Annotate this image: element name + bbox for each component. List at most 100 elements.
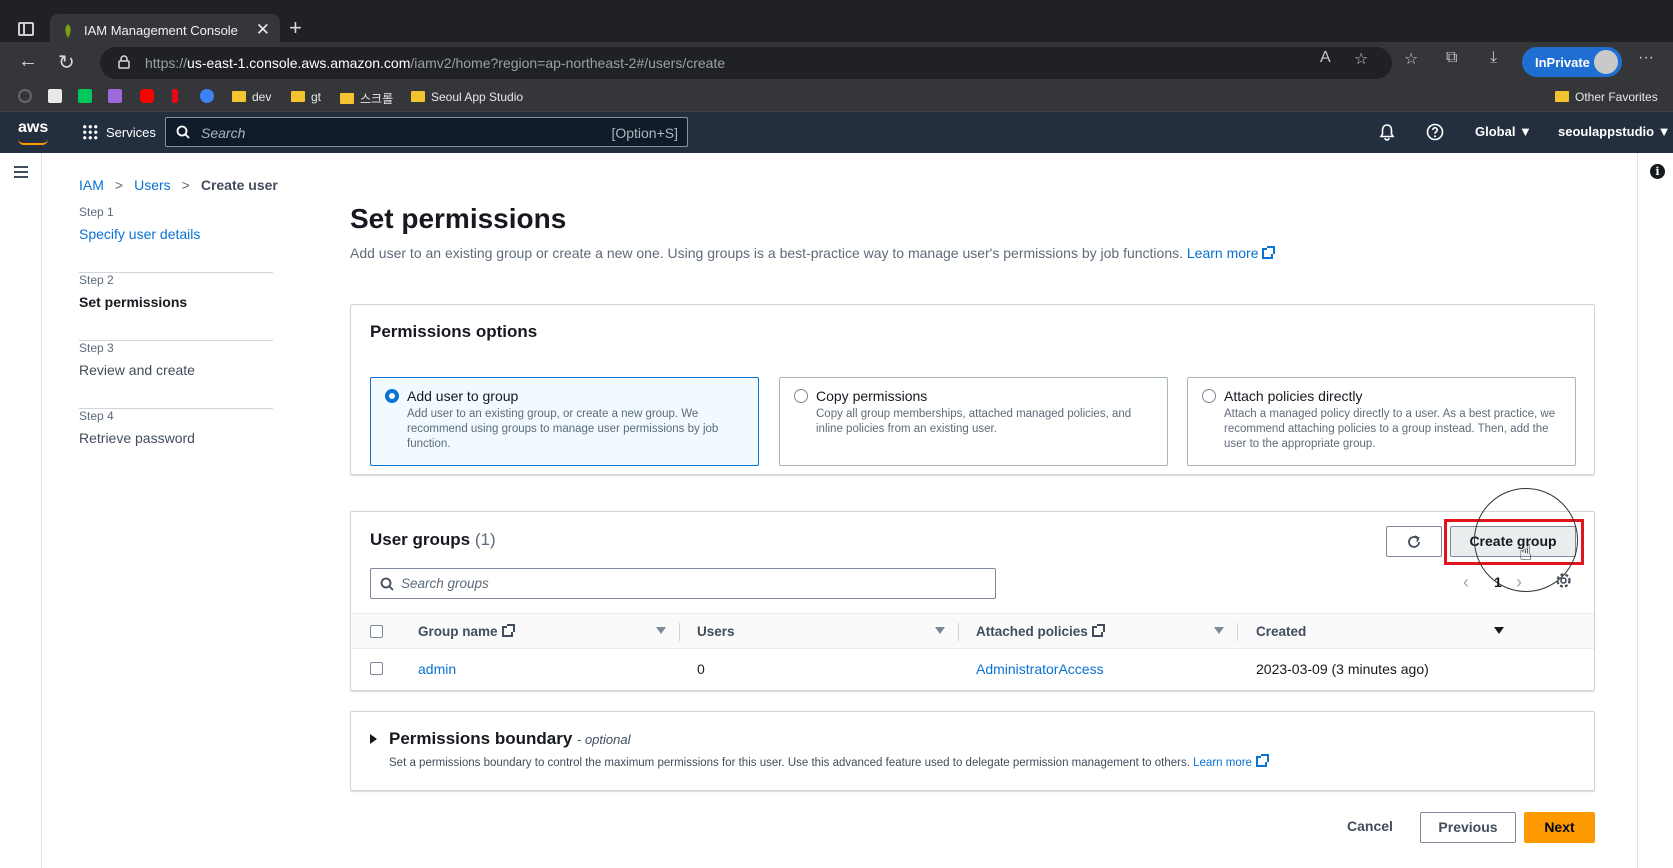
group-users-count: 0 [697, 661, 705, 677]
radio-copy-permissions[interactable] [794, 389, 808, 403]
close-tab-icon[interactable]: ✕ [256, 20, 270, 40]
tab-actions-icon[interactable] [18, 22, 34, 36]
search-groups-input[interactable] [401, 572, 981, 595]
radio-attach-policies[interactable] [1202, 389, 1216, 403]
account-menu[interactable]: seoulappstudio ▼ [1558, 124, 1671, 139]
tile-description: Add user to an existing group, or create… [407, 408, 719, 450]
select-all-checkbox[interactable] [370, 625, 383, 638]
info-icon[interactable]: i [1650, 164, 1665, 179]
tab-title: IAM Management Console [84, 23, 238, 38]
profile-avatar [1594, 50, 1618, 74]
youtube-bookmark-icon[interactable] [140, 89, 154, 103]
permissions-options-panel: Permissions options Add user to group Ad… [350, 304, 1595, 475]
favorites-icon[interactable]: ☆ [1404, 49, 1418, 69]
create-group-button[interactable]: Create group [1450, 526, 1576, 557]
column-group-name[interactable]: Group name [418, 624, 515, 639]
learn-more-link[interactable]: Learn more [1187, 245, 1276, 261]
search-shortcut: [Option+S] [611, 125, 678, 141]
sort-caret-icon[interactable] [1214, 627, 1224, 634]
expand-caret-icon[interactable] [370, 734, 377, 744]
new-tab-button[interactable]: + [289, 15, 302, 41]
page-next-button[interactable]: › [1516, 572, 1522, 593]
step-4-title: Retrieve password [79, 430, 195, 446]
collections-icon[interactable]: ⧉ [1446, 49, 1457, 67]
table-row: admin 0 AdministratorAccess 2023-03-09 (… [351, 649, 1594, 689]
services-grid-icon[interactable] [82, 124, 98, 140]
read-aloud-icon[interactable]: A [1320, 49, 1331, 67]
permissions-boundary-title[interactable]: Permissions boundary - optional [389, 729, 631, 749]
row-checkbox[interactable] [370, 662, 383, 675]
bookmark-scroll[interactable]: 스크롤 [340, 90, 393, 107]
sort-caret-icon[interactable] [1494, 627, 1504, 634]
url-field[interactable]: https://us-east-1.console.aws.amazon.com… [100, 47, 1392, 79]
wizard-steps: Step 1 Specify user details Step 2 Set p… [79, 205, 273, 477]
tile-title: Add user to group [407, 388, 519, 404]
github-bookmark-icon[interactable] [18, 89, 32, 103]
folder-icon [291, 91, 305, 102]
tile-title: Attach policies directly [1224, 388, 1363, 404]
region-selector[interactable]: Global ▼ [1475, 124, 1532, 139]
aws-logo[interactable]: aws [18, 119, 48, 137]
aws-logo-smile [18, 139, 48, 145]
netflix-bookmark-icon[interactable] [172, 89, 178, 103]
next-button[interactable]: Next [1524, 812, 1595, 843]
breadcrumb-iam[interactable]: IAM [79, 177, 104, 193]
bookmark-dev[interactable]: dev [232, 90, 271, 104]
back-arrow-icon[interactable]: ← [18, 50, 38, 73]
downloads-icon[interactable]: ⤓ [1490, 49, 1497, 67]
refresh-icon [1408, 535, 1420, 548]
bell-icon[interactable] [1378, 123, 1396, 141]
option-add-user-to-group[interactable]: Add user to group Add user to an existin… [370, 377, 759, 466]
boundary-learn-more-link[interactable]: Learn more [1193, 754, 1269, 769]
step-number: Step 3 [79, 341, 114, 355]
notion-bookmark-icon[interactable] [48, 89, 62, 103]
breadcrumb: IAM > Users > Create user [79, 177, 278, 193]
page-prev-button[interactable]: ‹ [1463, 572, 1469, 593]
help-icon[interactable] [1426, 123, 1444, 141]
menu-hamburger-icon[interactable] [14, 166, 28, 178]
services-menu[interactable]: Services [106, 125, 156, 140]
bookmark-other-favorites[interactable]: Other Favorites [1555, 90, 1658, 104]
previous-button[interactable]: Previous [1420, 812, 1516, 843]
naver-bookmark-icon[interactable] [78, 89, 92, 103]
aws-top-nav: aws Services Search [Option+S] Global ▼ … [0, 112, 1673, 153]
tab-bar: IAM Management Console ✕ + [0, 6, 1673, 48]
more-menu-icon[interactable]: ··· [1638, 49, 1654, 67]
permissions-options-title: Permissions options [370, 322, 538, 341]
breadcrumb-current: Create user [200, 177, 278, 193]
bookmarks-bar: dev gt 스크롤 Seoul App Studio Other Favori… [0, 84, 1673, 112]
groups-table-header: Group name Users Attached policies Creat… [351, 613, 1594, 649]
page-description: Add user to an existing group or create … [350, 245, 1276, 261]
app-bookmark-icon[interactable] [108, 89, 122, 103]
m-bookmark-icon[interactable] [200, 89, 214, 103]
refresh-groups-button[interactable] [1386, 526, 1442, 557]
breadcrumb-users[interactable]: Users [134, 177, 171, 193]
option-copy-permissions[interactable]: Copy permissions Copy all group membersh… [779, 377, 1168, 466]
inprivate-button[interactable]: InPrivate [1522, 47, 1622, 77]
aws-search-input[interactable]: Search [Option+S] [165, 117, 688, 147]
gear-icon[interactable] [1555, 572, 1572, 589]
radio-add-user-to-group[interactable] [385, 389, 399, 403]
option-attach-policies-directly[interactable]: Attach policies directly Attach a manage… [1187, 377, 1576, 466]
step-1-link[interactable]: Specify user details [79, 226, 200, 242]
group-name-link[interactable]: admin [418, 661, 456, 677]
bookmark-gt[interactable]: gt [291, 90, 321, 104]
tile-description: Copy all group memberships, attached man… [816, 408, 1132, 435]
search-groups-field[interactable] [370, 568, 996, 599]
column-attached-policies[interactable]: Attached policies [976, 624, 1105, 639]
search-icon [176, 125, 190, 139]
column-users[interactable]: Users [697, 624, 735, 639]
column-created[interactable]: Created [1256, 624, 1306, 639]
tile-description: Attach a managed policy directly to a us… [1224, 408, 1556, 450]
page-number[interactable]: 1 [1494, 574, 1502, 590]
attached-policy-link[interactable]: AdministratorAccess [976, 661, 1104, 677]
sort-caret-icon[interactable] [656, 627, 666, 634]
cancel-button[interactable]: Cancel [1335, 812, 1405, 843]
refresh-icon[interactable]: ↻ [58, 50, 75, 75]
external-link-icon [1262, 246, 1276, 259]
address-bar-row: ← ↻ https://us-east-1.console.aws.amazon… [0, 42, 1673, 84]
favorite-star-icon[interactable]: ☆ [1354, 49, 1368, 69]
bookmark-seoul-app-studio[interactable]: Seoul App Studio [411, 90, 523, 104]
folder-icon [340, 93, 354, 104]
sort-caret-icon[interactable] [935, 627, 945, 634]
